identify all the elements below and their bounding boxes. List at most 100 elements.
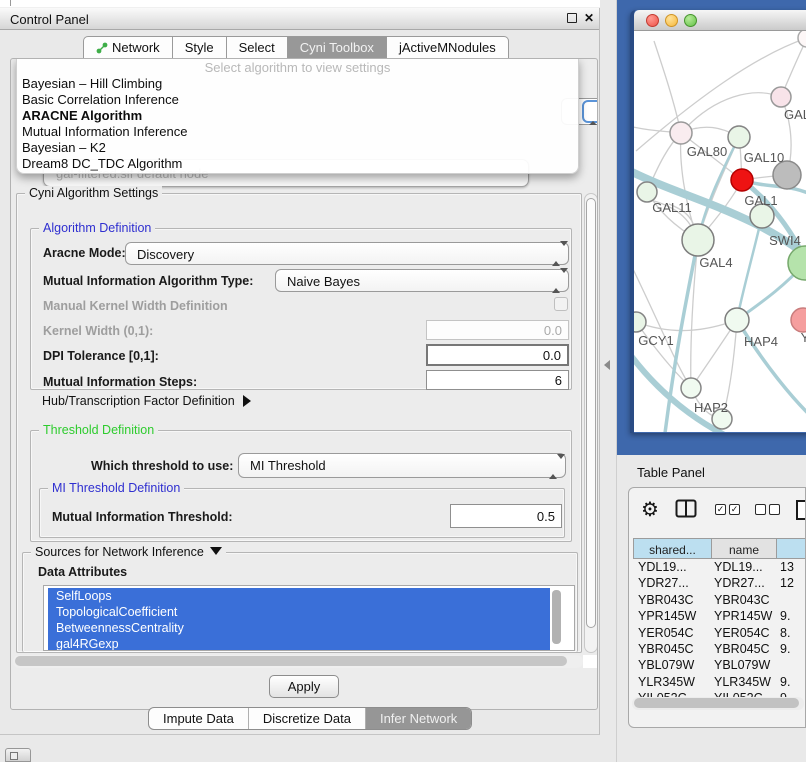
table-row[interactable]: YDL19...YDL19...13	[633, 559, 806, 575]
network-node-gal10[interactable]	[728, 126, 750, 148]
table-cell: 9	[777, 690, 806, 697]
table-row[interactable]: YLR345WYLR345W9.	[633, 674, 806, 690]
scrollbar-thumb[interactable]	[634, 698, 799, 708]
list-scrollbar-thumb[interactable]	[552, 590, 561, 644]
tab-discretize-data[interactable]: Discretize Data	[248, 708, 365, 729]
dpi-tolerance-field[interactable]: 0.0	[426, 344, 569, 366]
columns-icon[interactable]	[675, 499, 697, 523]
deselect-all-icon[interactable]	[755, 504, 780, 515]
list-item[interactable]: gal4RGexp	[48, 636, 550, 651]
network-node-gal11[interactable]	[637, 182, 657, 202]
control-panel-title: Control Panel	[10, 12, 89, 27]
scrollbar-thumb[interactable]	[586, 198, 596, 628]
table-cell: YDL19...	[712, 559, 777, 575]
table-cell	[777, 657, 806, 673]
control-panel-titlebar: Control Panel ✕	[0, 8, 599, 30]
network-node-label: GCY1	[638, 333, 673, 348]
hub-definition-expander[interactable]: Hub/Transcription Factor Definition	[42, 394, 251, 408]
minimized-window-icon	[10, 752, 18, 760]
settings-vertical-scrollbar[interactable]	[584, 193, 598, 653]
table-row[interactable]: YBR043CYBR043C	[633, 592, 806, 608]
which-threshold-combobox[interactable]: MI Threshold	[238, 453, 566, 478]
list-item[interactable]: BetweennessCentrality	[48, 620, 550, 636]
network-node-gal1[interactable]	[731, 169, 753, 191]
tab-cyni-toolbox[interactable]: Cyni Toolbox	[288, 36, 387, 59]
threshold-definition-title: Threshold Definition	[39, 423, 158, 437]
table-row[interactable]: YIL052CYIL052C9	[633, 690, 806, 697]
algorithm-dropdown-popup: Select algorithm to view settings Bayesi…	[16, 58, 579, 174]
manual-kernel-checkbox[interactable]	[554, 297, 568, 311]
page-icon[interactable]	[795, 499, 806, 526]
network-node-gal4[interactable]	[682, 224, 714, 256]
table-horizontal-scrollbar[interactable]	[632, 697, 804, 710]
close-icon[interactable]: ✕	[584, 11, 594, 25]
network-node-label: HAP4	[744, 334, 778, 349]
mi-steps-field[interactable]: 6	[426, 370, 569, 390]
sources-group-title[interactable]: Sources for Network Inference	[31, 545, 226, 559]
splitter-collapse-icon[interactable]	[604, 360, 610, 370]
minimize-traffic-light[interactable]	[665, 14, 678, 27]
tab-infer-network[interactable]: Infer Network	[365, 708, 471, 729]
kernel-width-field[interactable]: 0.0	[426, 320, 569, 340]
column-header-partial[interactable]: A	[777, 538, 806, 559]
dropdown-item[interactable]: Basic Correlation Inference	[17, 92, 578, 108]
network-node-gcy1[interactable]	[634, 312, 646, 332]
settings-horizontal-scrollbar[interactable]	[13, 655, 583, 668]
table-panel-title: Table Panel	[637, 465, 705, 480]
gear-icon[interactable]: ⚙	[641, 497, 659, 522]
network-node-gal-right[interactable]	[771, 87, 791, 107]
network-window-titlebar[interactable]	[634, 10, 806, 31]
data-attributes-list[interactable]: SelfLoops TopologicalCoefficient Between…	[43, 585, 575, 651]
mi-type-combobox[interactable]: Naive Bayes	[275, 269, 569, 292]
dropdown-item-selected[interactable]: ARACNE Algorithm	[17, 108, 578, 124]
mi-type-label: Mutual Information Algorithm Type:	[43, 274, 253, 288]
tab-select[interactable]: Select	[227, 36, 288, 59]
panel-splitter[interactable]	[600, 0, 617, 762]
table-cell: YBL079W	[633, 657, 712, 673]
network-node-y-pink[interactable]	[791, 308, 806, 332]
column-header-name[interactable]: name	[712, 538, 777, 559]
network-node-label: GAL1	[744, 193, 777, 208]
apply-button[interactable]: Apply	[269, 675, 339, 698]
dropdown-item[interactable]: Mutual Information Inference	[17, 124, 578, 140]
network-node-gal80[interactable]	[670, 122, 692, 144]
column-header-shared-name[interactable]: shared...	[633, 538, 712, 559]
hub-definition-label: Hub/Transcription Factor Definition	[42, 394, 235, 408]
network-node-gray-node[interactable]	[773, 161, 801, 189]
table-cell: YDR27...	[712, 575, 777, 591]
table-row[interactable]: YBL079WYBL079W	[633, 657, 806, 673]
dropdown-item[interactable]: Bayesian – Hill Climbing	[17, 76, 578, 92]
threshold-definition-group: Threshold Definition Which threshold to …	[30, 430, 572, 542]
aracne-mode-combobox[interactable]: Discovery	[125, 242, 569, 265]
data-attributes-label: Data Attributes	[38, 565, 127, 579]
mi-steps-label: Mutual Information Steps:	[43, 375, 197, 389]
zoom-traffic-light[interactable]	[684, 14, 697, 27]
mi-threshold-field[interactable]: 0.5	[450, 504, 562, 528]
aracne-mode-label: Aracne Mode:	[43, 246, 126, 260]
table-row[interactable]: YPR145WYPR145W9.	[633, 608, 806, 624]
dropdown-item[interactable]: Bayesian – K2	[17, 140, 578, 156]
list-item[interactable]: SelfLoops	[48, 588, 550, 604]
float-window-icon[interactable]	[567, 13, 577, 23]
network-node-big-green[interactable]	[788, 246, 806, 280]
mi-threshold-label: Mutual Information Threshold:	[52, 510, 233, 524]
select-all-icon[interactable]: ✓✓	[715, 504, 740, 515]
network-node-hap4[interactable]	[725, 308, 749, 332]
tab-style[interactable]: Style	[173, 36, 227, 59]
minimized-window[interactable]	[5, 748, 31, 762]
close-traffic-light[interactable]	[646, 14, 659, 27]
combo-stepper-button[interactable]	[582, 100, 598, 123]
network-node-partial-top[interactable]	[798, 31, 806, 47]
dropdown-item[interactable]: Dream8 DC_TDC Algorithm	[17, 156, 578, 172]
network-node-hap2[interactable]	[681, 378, 701, 398]
tab-network[interactable]: Network	[83, 36, 173, 59]
list-item[interactable]: TopologicalCoefficient	[48, 604, 550, 620]
scrollbar-thumb[interactable]	[15, 656, 567, 666]
table-row[interactable]: YDR27...YDR27...12	[633, 575, 806, 591]
network-view-window: GALGAL80GAL10GAL1SWI4GAL4GAL11GCY1HAP4YH…	[630, 10, 806, 433]
tab-impute-data[interactable]: Impute Data	[149, 708, 248, 729]
network-canvas[interactable]: GALGAL80GAL10GAL1SWI4GAL4GAL11GCY1HAP4YH…	[634, 31, 806, 432]
tab-jactivemnodules[interactable]: jActiveMNodules	[387, 36, 509, 59]
table-row[interactable]: YER054CYER054C8.	[633, 625, 806, 641]
table-row[interactable]: YBR045CYBR045C9.	[633, 641, 806, 657]
